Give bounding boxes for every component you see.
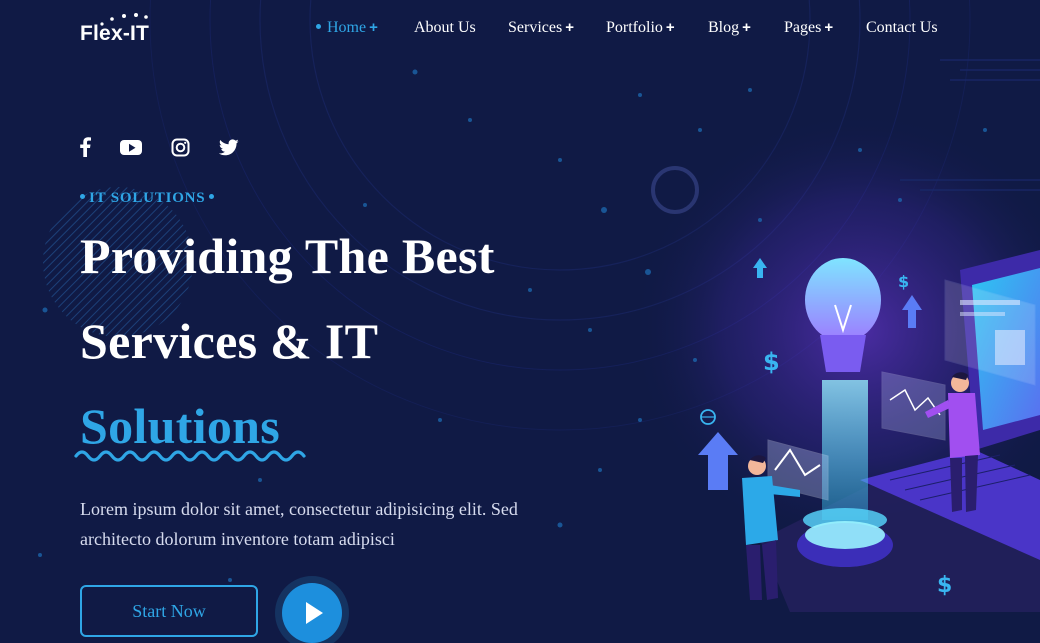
instagram-icon (171, 138, 190, 157)
twitter-icon (218, 139, 239, 156)
hero-title-line-2: Services & IT (80, 313, 379, 369)
twitter-link[interactable] (218, 137, 239, 159)
nav-contact-label: Contact Us (866, 19, 938, 36)
svg-text:$: $ (763, 348, 780, 376)
eyebrow-label: IT SOLUTIONS (89, 190, 206, 206)
hero-description: Lorem ipsum dolor sit amet, consectetur … (80, 499, 518, 549)
squiggle-underline (74, 450, 306, 462)
nav-services[interactable]: Services + (508, 19, 574, 37)
nav-home-label: Home (327, 19, 367, 36)
nav-about-label: About Us (414, 19, 476, 36)
brand-name: Flex-IT (80, 22, 150, 45)
plus-icon: + (742, 19, 751, 36)
svg-text:$: $ (937, 573, 952, 598)
nav-about-us[interactable]: About Us (414, 19, 476, 37)
facebook-link[interactable] (79, 137, 91, 159)
nav-portfolio-label: Portfolio (606, 19, 663, 36)
nav-contact-us[interactable]: Contact Us (866, 19, 938, 37)
svg-text:$: $ (898, 272, 909, 291)
play-icon (306, 602, 323, 624)
bullet-icon (209, 194, 215, 200)
active-dot-icon (316, 23, 321, 29)
nav-portfolio[interactable]: Portfolio + (606, 19, 675, 37)
youtube-link[interactable] (120, 137, 142, 159)
plus-icon: + (665, 19, 675, 36)
hero-title-line-1: Providing The Best (80, 228, 495, 284)
nav-home[interactable]: Home + (316, 19, 378, 37)
plus-icon: + (565, 19, 574, 36)
nav-pages[interactable]: Pages + (784, 19, 833, 37)
facebook-icon (80, 137, 91, 157)
plus-icon: + (369, 19, 378, 36)
instagram-link[interactable] (171, 137, 190, 159)
youtube-icon (120, 140, 142, 155)
start-now-button[interactable]: Start Now (80, 585, 258, 637)
play-video-button[interactable] (282, 583, 342, 643)
nav-pages-label: Pages (784, 19, 822, 36)
bullet-icon (80, 194, 85, 200)
nav-services-label: Services (508, 19, 563, 36)
hero-illustration: $ $ $ (698, 250, 1040, 612)
nav-blog-label: Blog (708, 19, 740, 36)
plus-icon: + (824, 19, 834, 36)
brand-logo[interactable]: Flex-IT (80, 10, 170, 50)
hero-eyebrow: IT SOLUTIONS (80, 190, 215, 207)
nav-blog[interactable]: Blog + (708, 19, 751, 37)
